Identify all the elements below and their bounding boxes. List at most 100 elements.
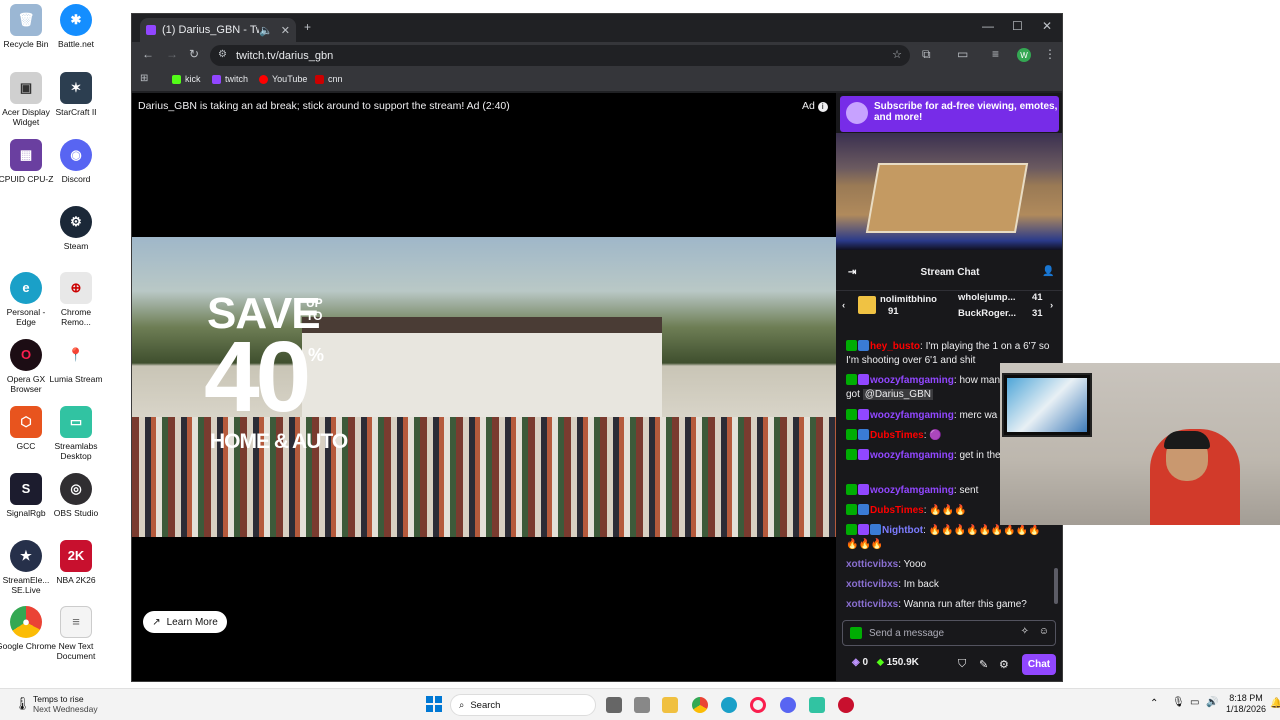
chevron-left-icon[interactable]: ‹ <box>842 300 845 311</box>
start-windows-icon[interactable] <box>426 696 442 712</box>
text-document-icon: ≡ <box>60 606 92 638</box>
forward-icon[interactable]: → <box>166 48 178 60</box>
bookmark-kick[interactable]: kick <box>172 74 201 84</box>
learn-more-button[interactable]: ↗ Learn More <box>143 611 227 633</box>
chrome-taskbar-icon[interactable] <box>692 697 708 713</box>
tab-title: (1) Darius_GBN - Twitch <box>162 24 259 36</box>
tab-close-icon[interactable]: ✕ <box>281 24 290 37</box>
tray-chevron-up-icon[interactable]: ⌃ <box>1150 698 1158 709</box>
new-tab-icon[interactable]: + <box>304 21 311 33</box>
desktop-icon-text-document[interactable]: ≡ New Text Document <box>46 606 106 661</box>
bookmark-twitch[interactable]: twitch <box>212 74 248 84</box>
file-explorer-icon[interactable] <box>662 697 678 713</box>
extensions-icon[interactable]: ⧉ <box>922 48 931 60</box>
desktop-icon-chrome-remote[interactable]: ⊕ Chrome Remo... <box>46 272 106 327</box>
opera-gx-taskbar-icon[interactable] <box>750 697 766 713</box>
desktop-icon-discord[interactable]: ◉ Discord <box>46 139 106 184</box>
badge-icon <box>870 524 881 535</box>
channel-points[interactable]: ◈ 0 ⬥ 150.9K <box>852 657 919 668</box>
menu-icon[interactable]: ⋮ <box>1044 48 1056 60</box>
microphone-icon[interactable]: 🎙 <box>1172 697 1185 708</box>
streamlabs-icon: ▭ <box>60 406 92 438</box>
ad-video-frame: SAVE UP TO 40 % HOME & AUTO <box>132 237 836 537</box>
notifications-bell-icon[interactable]: 🔔 <box>1270 698 1280 709</box>
site-info-icon[interactable]: ⚙ <box>218 49 227 60</box>
badge-icon <box>858 409 869 420</box>
twitch-page: Darius_GBN is taking an ad break; stick … <box>132 93 1062 681</box>
tab-audio-icon[interactable]: 🔈 <box>259 24 273 37</box>
community-icon[interactable]: 👤 <box>1042 266 1054 277</box>
bookmark-star-icon[interactable]: ☆ <box>892 48 902 61</box>
taskbar-clock[interactable]: 8:18 PM 1/18/2026 <box>1222 693 1270 715</box>
chevron-right-icon[interactable]: › <box>1050 300 1053 311</box>
ad-amount-text: 40 <box>204 321 311 433</box>
leader-count: 41 <box>1032 292 1043 303</box>
chat-message: xotticvibxs: Yooo <box>846 559 927 570</box>
back-icon[interactable]: ← <box>142 48 154 60</box>
ad-up-to-text: UP TO <box>306 296 323 323</box>
network-icon[interactable]: ▭ <box>1190 697 1199 708</box>
desktop-icon-battlenet[interactable]: ✱ Battle.net <box>46 4 106 49</box>
emote-picker-icon[interactable]: ☺ <box>1039 626 1049 637</box>
media-icon[interactable]: ≡ <box>992 48 999 60</box>
app-taskbar-icon[interactable] <box>838 697 854 713</box>
browser-window: (1) Darius_GBN - Twitch 🔈 ✕ + — ☐ ✕ ← → … <box>131 13 1063 682</box>
desktop-icon-nba2k26[interactable]: 2K NBA 2K26 <box>46 540 106 585</box>
chat-send-button[interactable]: Chat <box>1022 654 1056 675</box>
kick-icon <box>172 74 181 84</box>
desktop-icon-streamlabs[interactable]: ▭ Streamlabs Desktop <box>46 406 106 461</box>
chat-message: xotticvibxs: Im back <box>846 579 939 590</box>
recycle-bin-icon: 🗑 <box>10 4 42 36</box>
bookmark-cnn[interactable]: cnn <box>315 74 343 84</box>
bits-cheer-icon[interactable]: ✧ <box>1021 626 1029 637</box>
subscribe-banner[interactable]: Subscribe for ad-free viewing, emotes, a… <box>840 96 1059 132</box>
bits-icon: ⬥ <box>876 657 884 668</box>
video-player[interactable]: Darius_GBN is taking an ad break; stick … <box>132 93 836 681</box>
webcam-overlay <box>1000 363 1280 525</box>
apps-grid-icon[interactable]: ⊞ <box>140 73 148 85</box>
badge-icon <box>858 340 869 351</box>
desktop-icon-obs[interactable]: ◎ OBS Studio <box>46 473 106 518</box>
address-bar[interactable]: ⚙ twitch.tv/darius_gbn ☆ <box>210 45 910 66</box>
chat-message: xotticvibxs: Wanna run after this game? <box>846 599 1027 610</box>
close-window-icon[interactable]: ✕ <box>1042 20 1052 32</box>
maximize-icon[interactable]: ☐ <box>1012 20 1023 32</box>
browser-toolbar: ← → ↻ ⚙ twitch.tv/darius_gbn ☆ ⧉ ▭ ≡ W ⋮ <box>132 42 1062 68</box>
info-icon[interactable]: i <box>817 102 828 112</box>
leader-name: wholejump... <box>958 292 1016 303</box>
chat-input[interactable]: Send a message ✧ ☺ <box>842 620 1056 646</box>
desktop-icon-steam[interactable]: ⚙ Steam <box>46 206 106 251</box>
edge-icon: e <box>10 272 42 304</box>
desktop-icon-starcraft[interactable]: ✶ StarCraft II <box>46 72 106 117</box>
shield-icon[interactable]: ⛉ <box>958 658 966 671</box>
browser-tab[interactable]: (1) Darius_GBN - Twitch 🔈 ✕ <box>140 18 296 42</box>
volume-icon[interactable]: 🔊 <box>1206 697 1218 708</box>
edge-taskbar-icon[interactable] <box>721 697 737 713</box>
taskbar-search[interactable]: ⌕ Search <box>450 694 596 716</box>
chat-scrollbar[interactable] <box>1054 568 1058 604</box>
pencil-icon[interactable]: ✎ <box>979 658 988 671</box>
profile-avatar[interactable]: W <box>1017 48 1031 62</box>
mention[interactable]: @Darius_GBN <box>862 389 933 400</box>
widgets-icon[interactable] <box>634 697 650 713</box>
cnn-icon <box>315 74 324 84</box>
settings-gear-icon[interactable]: ⚙ <box>999 658 1009 671</box>
chat-title: Stream Chat <box>920 267 980 278</box>
house-image <box>302 317 662 427</box>
bookmark-youtube[interactable]: YouTube <box>259 74 307 84</box>
sidebar-icon[interactable]: ▭ <box>957 48 968 60</box>
weather-widget[interactable]: Temps to rise Next Wednesday <box>33 694 98 714</box>
tv-screen-image <box>1007 378 1087 432</box>
desktop-icon-lumia[interactable]: 📍 Lumia Stream <box>46 339 106 384</box>
task-view-icon[interactable] <box>606 697 622 713</box>
obs-icon: ◎ <box>60 473 92 505</box>
streamlabs-taskbar-icon[interactable] <box>809 697 825 713</box>
chat-message: Nightbot: 🔥🔥🔥🔥🔥🔥🔥🔥🔥🔥🔥🔥 <box>846 524 1041 550</box>
opera-gx-icon: O <box>10 339 42 371</box>
url-text: twitch.tv/darius_gbn <box>236 49 334 62</box>
reload-icon[interactable]: ↻ <box>189 48 199 60</box>
discord-taskbar-icon[interactable] <box>780 697 796 713</box>
minimize-icon[interactable]: — <box>982 20 994 32</box>
mini-stream-video[interactable] <box>836 133 1062 250</box>
twitch-favicon-icon <box>146 25 156 35</box>
